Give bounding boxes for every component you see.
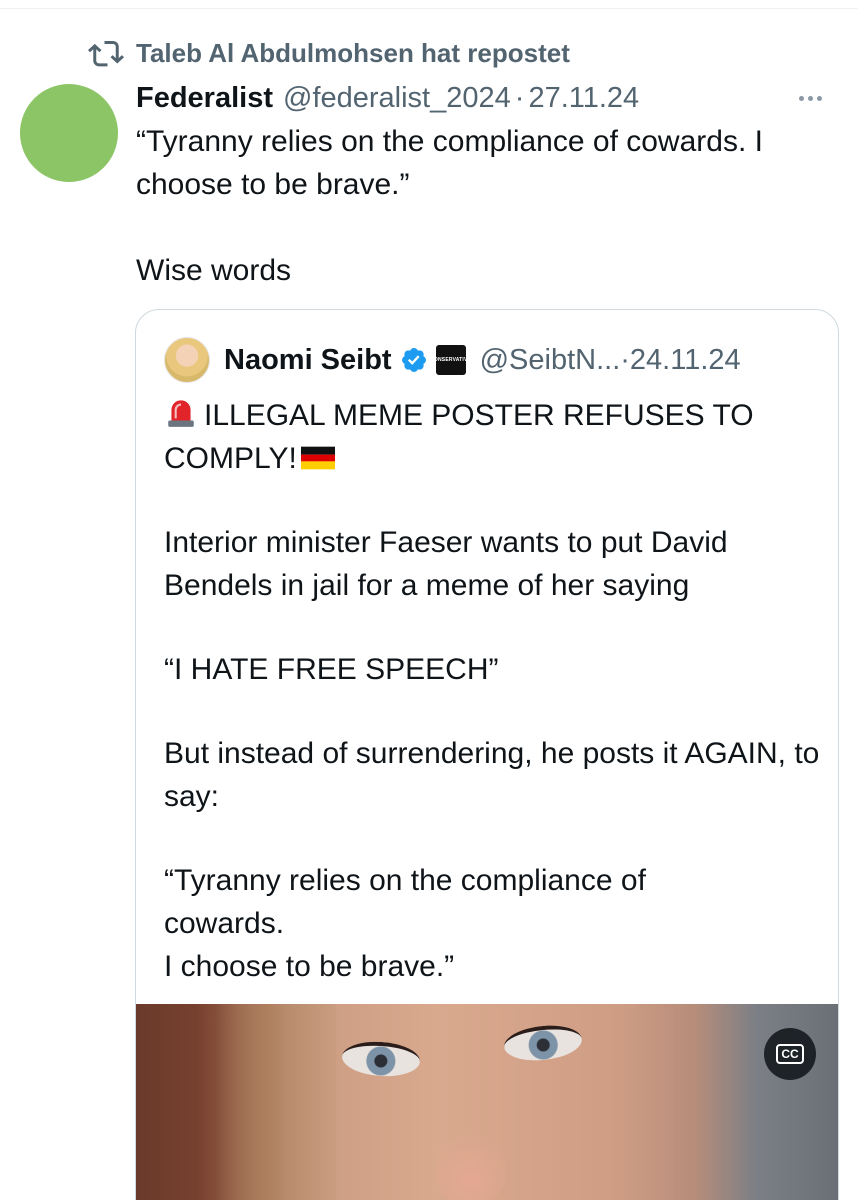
quote-paragraph: Interior minister Faeser wants to put Da… — [164, 526, 728, 602]
meta-separator: · — [514, 81, 525, 114]
more-dot — [816, 95, 822, 101]
quote-author-avatar[interactable] — [164, 337, 210, 383]
repost-text: Taleb Al Abdulmohsen hat repostet — [136, 37, 570, 68]
thumbnail-detail — [340, 1039, 422, 1079]
video-thumbnail[interactable]: CC — [136, 1004, 838, 1200]
post-header: Federalist @federalist_2024 · 27.11.24 — [136, 78, 830, 118]
post-text-line: Wise words — [136, 254, 292, 287]
repost-indicator[interactable]: Taleb Al Abdulmohsen hat repostet — [88, 36, 570, 70]
quote-line: cowards. — [164, 907, 285, 940]
affiliate-badge[interactable]: CONSERVATIVE — [430, 345, 471, 375]
author-avatar[interactable] — [20, 84, 118, 182]
top-divider — [0, 8, 858, 9]
post-meta: @federalist_2024 · 27.11.24 — [283, 82, 639, 115]
more-dot — [807, 95, 813, 101]
post-body: “Tyranny relies on the compliance of cow… — [136, 120, 836, 292]
german-flag-icon — [300, 446, 335, 470]
repost-icon — [88, 41, 124, 67]
quote-paragraph: But instead of surrendering, he posts it… — [164, 737, 820, 813]
quote-line: I choose to be brave.” — [164, 950, 455, 983]
author-handle[interactable]: @federalist_2024 — [283, 82, 511, 114]
quote-meta: @SeibtN...·24.11.24 — [480, 344, 741, 377]
meta-separator: · — [620, 343, 630, 376]
more-options-button[interactable] — [790, 78, 830, 118]
thumbnail-detail — [436, 1124, 506, 1200]
quote-paragraph: “Tyranny relies on the compliance of cowa… — [164, 859, 824, 988]
post-text-line: “Tyranny relies on the compliance of cow… — [136, 125, 763, 201]
author-name[interactable]: Federalist — [136, 82, 273, 115]
verified-badge-icon — [401, 348, 426, 372]
police-light-icon — [168, 400, 194, 427]
cc-icon: CC — [776, 1044, 804, 1064]
quote-author-name[interactable]: Naomi Seibt — [224, 344, 392, 377]
post-date[interactable]: 27.11.24 — [528, 82, 639, 114]
more-dots-icon — [798, 95, 804, 101]
quote-header: Naomi Seibt CONSERVATIVE @SeibtN...·24.1… — [164, 337, 822, 383]
quote-paragraph: “I HATE FREE SPEECH” — [164, 653, 499, 686]
quote-line: “Tyranny relies on the compliance of — [164, 864, 646, 897]
quote-headline: ILLEGAL MEME POSTER REFUSES TO COMPLY! — [164, 394, 824, 480]
quote-author-handle[interactable]: @SeibtN... — [480, 344, 621, 376]
quoted-tweet-card[interactable]: Naomi Seibt CONSERVATIVE @SeibtN...·24.1… — [135, 309, 839, 1200]
quote-headline-part: ILLEGAL MEME POSTER REFUSES TO — [204, 399, 754, 432]
thumbnail-detail — [196, 1004, 336, 1200]
quote-headline-part: COMPLY! — [164, 442, 297, 475]
captions-button[interactable]: CC — [764, 1028, 816, 1080]
quote-date[interactable]: 24.11.24 — [630, 344, 741, 376]
quote-body: ILLEGAL MEME POSTER REFUSES TO COMPLY! In… — [164, 394, 824, 988]
thumbnail-detail — [502, 1022, 584, 1064]
tweet-page: Taleb Al Abdulmohsen hat repostet Federa… — [0, 0, 858, 1200]
